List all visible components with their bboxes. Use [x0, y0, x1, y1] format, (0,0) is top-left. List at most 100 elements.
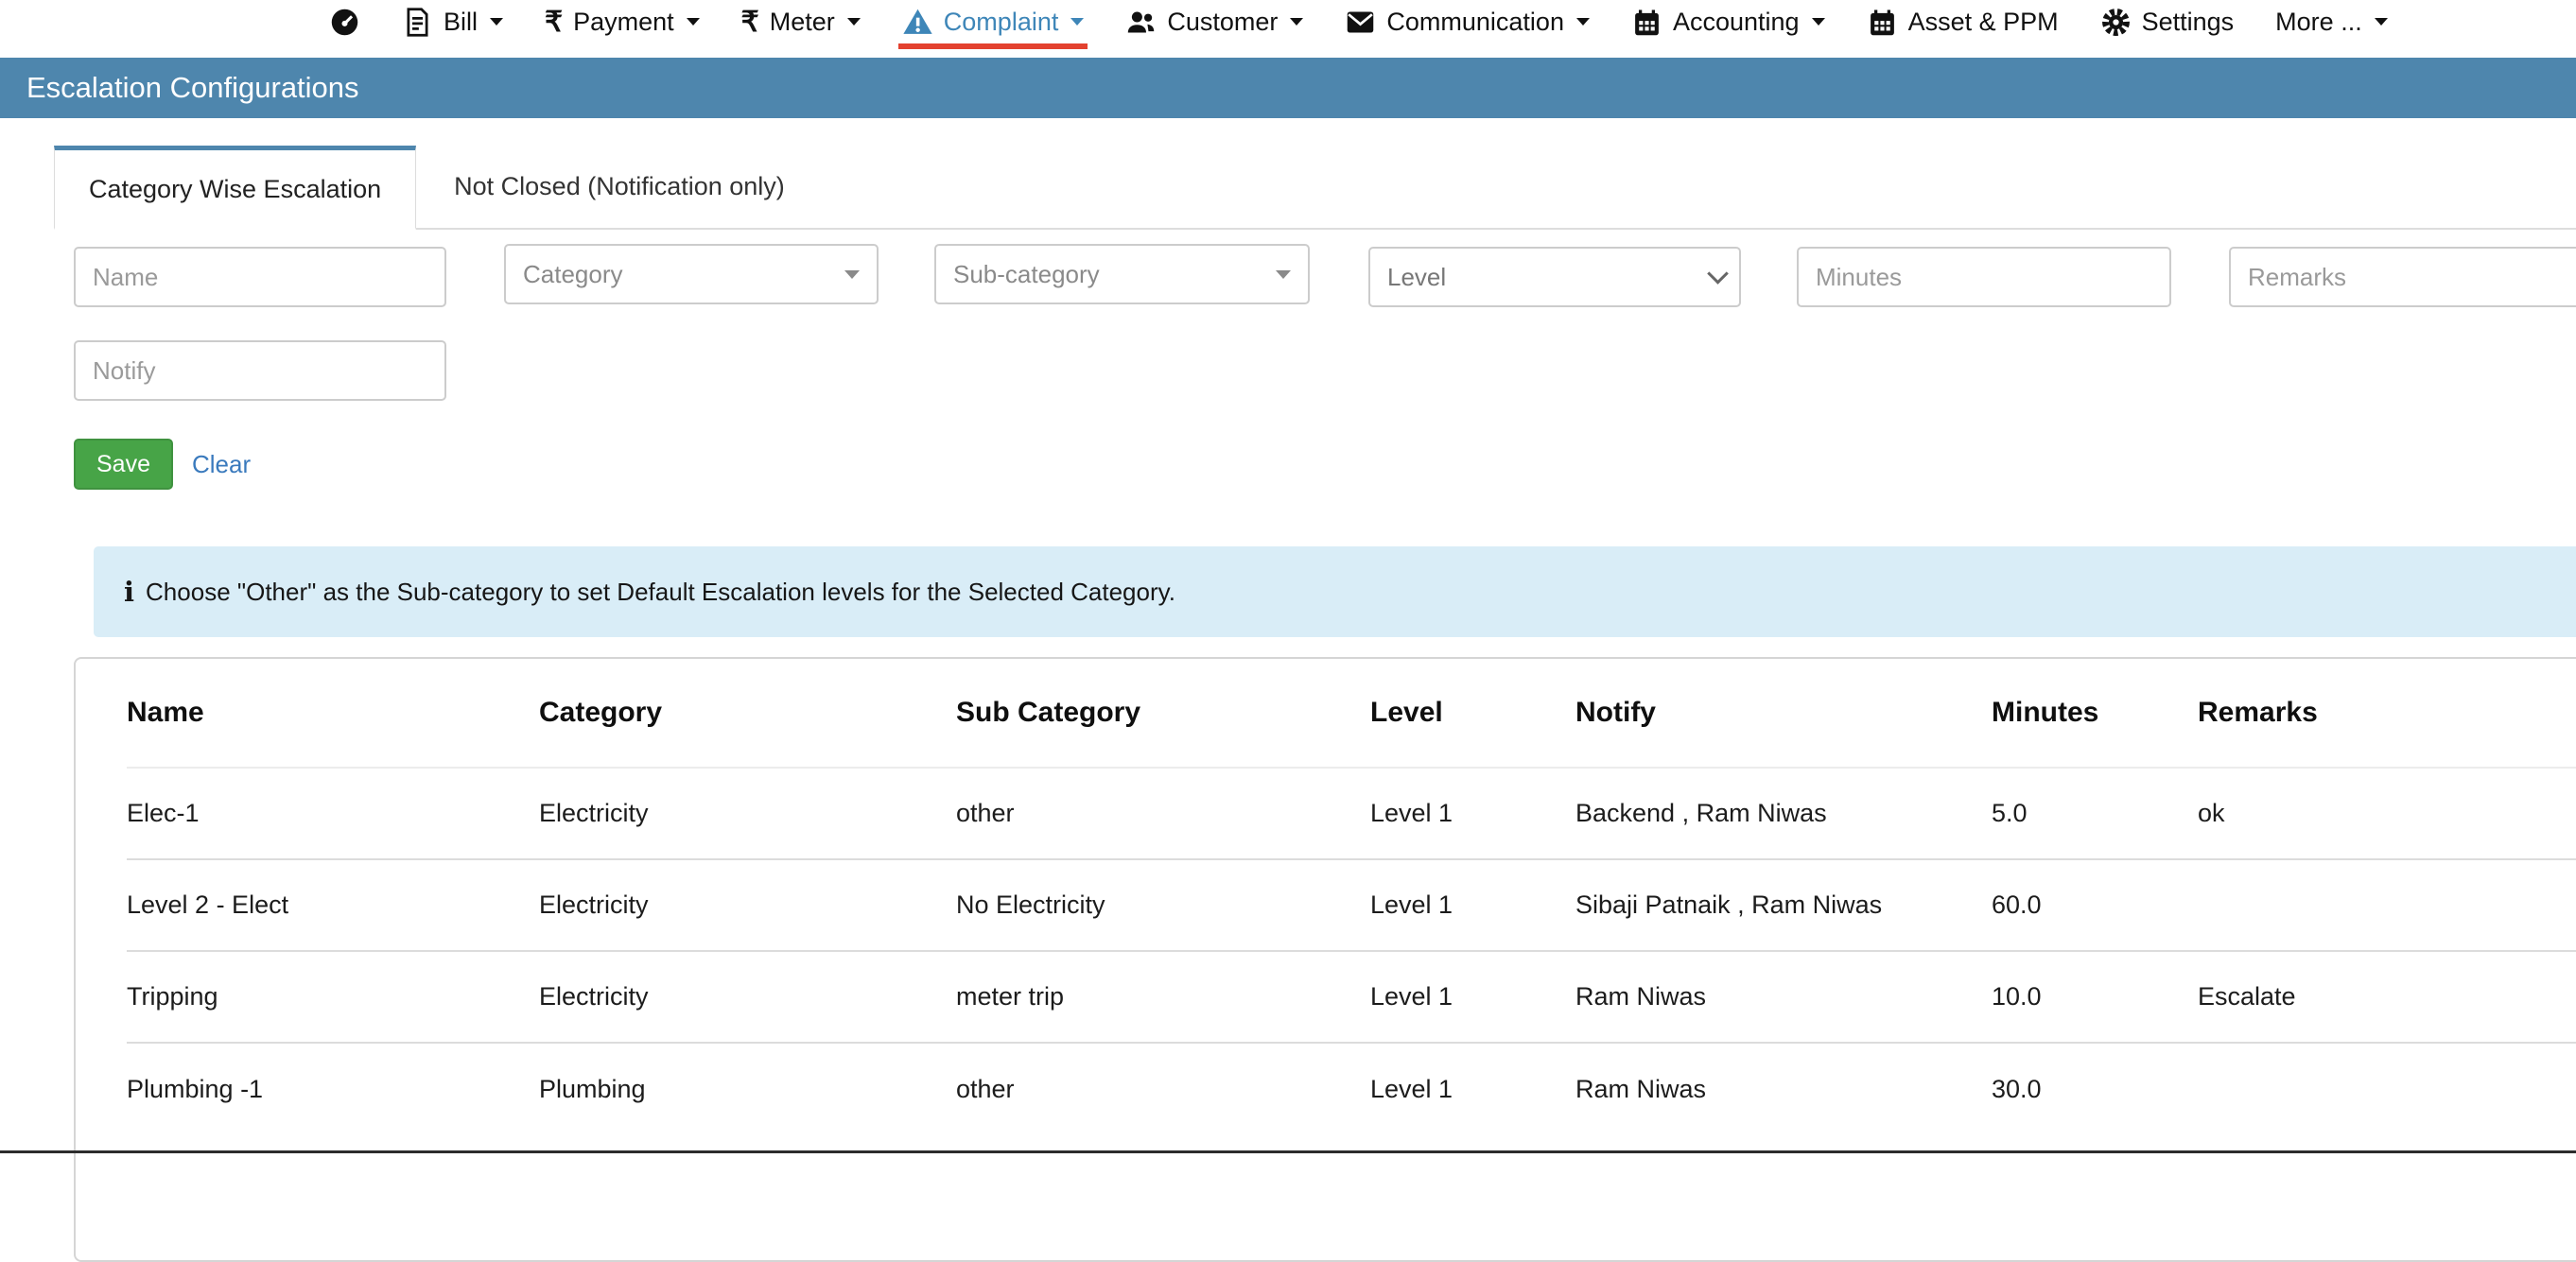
nav-item-customer[interactable]: Customer: [1125, 0, 1303, 43]
table-row[interactable]: Level 2 - Elect Electricity No Electrici…: [127, 859, 2576, 951]
column-header-minutes: Minutes: [1992, 659, 2198, 768]
tab-not-closed[interactable]: Not Closed (Notification only): [416, 146, 823, 228]
cell-category: Electricity: [539, 859, 956, 951]
category-dropdown-value: Category: [523, 260, 623, 289]
users-icon: [1125, 7, 1157, 38]
column-header-notify: Notify: [1575, 659, 1992, 768]
nav-label: Meter: [770, 8, 835, 37]
nav-label: Communication: [1386, 8, 1564, 37]
envelope-icon: [1345, 7, 1376, 38]
cell-sub-category: other: [956, 768, 1370, 859]
table-row[interactable]: Elec-1 Electricity other Level 1 Backend…: [127, 768, 2576, 859]
chevron-down-icon: [844, 270, 860, 279]
subcategory-dropdown-value: Sub-category: [953, 260, 1100, 289]
cell-remarks: ok: [2198, 768, 2576, 859]
nav-label: Asset & PPM: [1908, 8, 2059, 37]
warning-icon: [902, 7, 933, 38]
name-input[interactable]: [74, 247, 446, 307]
cell-level: Level 1: [1370, 768, 1575, 859]
nav-label: Settings: [2142, 8, 2235, 37]
cell-name: Plumbing -1: [127, 1043, 539, 1134]
cell-minutes: 5.0: [1992, 768, 2198, 859]
nav-label: Bill: [444, 8, 478, 37]
nav-item-accounting[interactable]: Accounting: [1631, 0, 1825, 43]
chevron-down-icon: [490, 18, 503, 26]
level-select-value: Level: [1387, 263, 1446, 292]
column-header-remarks: Remarks: [2198, 659, 2576, 768]
nav-item-asset-ppm[interactable]: Asset & PPM: [1867, 0, 2059, 43]
table-row[interactable]: Plumbing -1 Plumbing other Level 1 Ram N…: [127, 1043, 2576, 1134]
dashboard-icon: [329, 7, 360, 38]
nav-item-complaint[interactable]: Complaint: [902, 0, 1085, 43]
level-select[interactable]: Level: [1368, 247, 1741, 307]
chevron-down-icon: [1070, 18, 1084, 26]
cell-sub-category: No Electricity: [956, 859, 1370, 951]
nav-item-dashboard[interactable]: [329, 0, 360, 43]
cell-name: Level 2 - Elect: [127, 859, 539, 951]
info-icon: i: [124, 576, 134, 608]
subcategory-dropdown[interactable]: Sub-category: [934, 244, 1310, 304]
chevron-down-icon: [1576, 18, 1590, 26]
notify-input[interactable]: [74, 340, 446, 401]
chevron-down-icon: [847, 18, 861, 26]
cell-minutes: 60.0: [1992, 859, 2198, 951]
calendar-icon: [1867, 7, 1898, 38]
chevron-down-icon: [1276, 270, 1291, 279]
table-header-row: Name Category Sub Category Level Notify …: [127, 659, 2576, 768]
cell-minutes: 30.0: [1992, 1043, 2198, 1134]
category-dropdown[interactable]: Category: [504, 244, 879, 304]
table-row[interactable]: Tripping Electricity meter trip Level 1 …: [127, 951, 2576, 1043]
cell-sub-category: other: [956, 1043, 1370, 1134]
nav-label: More ...: [2275, 8, 2362, 37]
cell-minutes: 10.0: [1992, 951, 2198, 1043]
cell-name: Elec-1: [127, 768, 539, 859]
nav-item-bill[interactable]: Bill: [402, 0, 503, 43]
cell-remarks: [2198, 1043, 2576, 1134]
clear-link[interactable]: Clear: [192, 450, 251, 479]
column-header-category: Category: [539, 659, 956, 768]
escalation-table-card: Name Category Sub Category Level Notify …: [74, 657, 2576, 1262]
rupee-icon: ₹: [741, 7, 759, 38]
column-header-level: Level: [1370, 659, 1575, 768]
nav-item-settings[interactable]: Settings: [2100, 0, 2235, 43]
tab-bar: Category Wise Escalation Not Closed (Not…: [54, 146, 2576, 230]
page-header-bar: Escalation Configurations: [0, 58, 2576, 118]
cell-category: Plumbing: [539, 1043, 956, 1134]
cell-name: Tripping: [127, 951, 539, 1043]
top-navigation: Bill ₹ Payment ₹ Meter Complaint Custome…: [0, 0, 2576, 58]
cell-notify: Sibaji Patnaik , Ram Niwas: [1575, 859, 1992, 951]
chevron-down-icon: [687, 18, 700, 26]
nav-item-more[interactable]: More ...: [2275, 0, 2388, 43]
chevron-down-icon: [1290, 18, 1303, 26]
cell-category: Electricity: [539, 768, 956, 859]
nav-label: Complaint: [944, 8, 1059, 37]
chevron-down-icon: [1707, 263, 1729, 285]
minutes-input[interactable]: [1797, 247, 2171, 307]
nav-item-communication[interactable]: Communication: [1345, 0, 1590, 43]
cell-remarks: [2198, 859, 2576, 951]
cell-category: Electricity: [539, 951, 956, 1043]
info-alert-text: Choose "Other" as the Sub-category to se…: [146, 578, 1175, 607]
nav-label: Customer: [1167, 8, 1278, 37]
cell-level: Level 1: [1370, 1043, 1575, 1134]
page-title: Escalation Configurations: [26, 71, 359, 105]
cell-level: Level 1: [1370, 951, 1575, 1043]
calendar-icon: [1631, 7, 1662, 38]
nav-item-meter[interactable]: ₹ Meter: [741, 0, 861, 43]
column-header-sub-category: Sub Category: [956, 659, 1370, 768]
cell-notify: Ram Niwas: [1575, 1043, 1992, 1134]
nav-item-payment[interactable]: ₹ Payment: [545, 0, 700, 43]
cell-remarks: Escalate: [2198, 951, 2576, 1043]
nav-label: Payment: [573, 8, 674, 37]
bill-icon: [402, 7, 433, 38]
cell-sub-category: meter trip: [956, 951, 1370, 1043]
chevron-down-icon: [1812, 18, 1825, 26]
nav-label: Accounting: [1673, 8, 1800, 37]
escalation-table: Name Category Sub Category Level Notify …: [127, 659, 2576, 1134]
save-button[interactable]: Save: [74, 439, 173, 490]
remarks-input[interactable]: [2229, 247, 2576, 307]
rupee-icon: ₹: [545, 7, 563, 38]
tab-category-wise-escalation[interactable]: Category Wise Escalation: [54, 146, 416, 230]
column-header-name: Name: [127, 659, 539, 768]
cell-level: Level 1: [1370, 859, 1575, 951]
